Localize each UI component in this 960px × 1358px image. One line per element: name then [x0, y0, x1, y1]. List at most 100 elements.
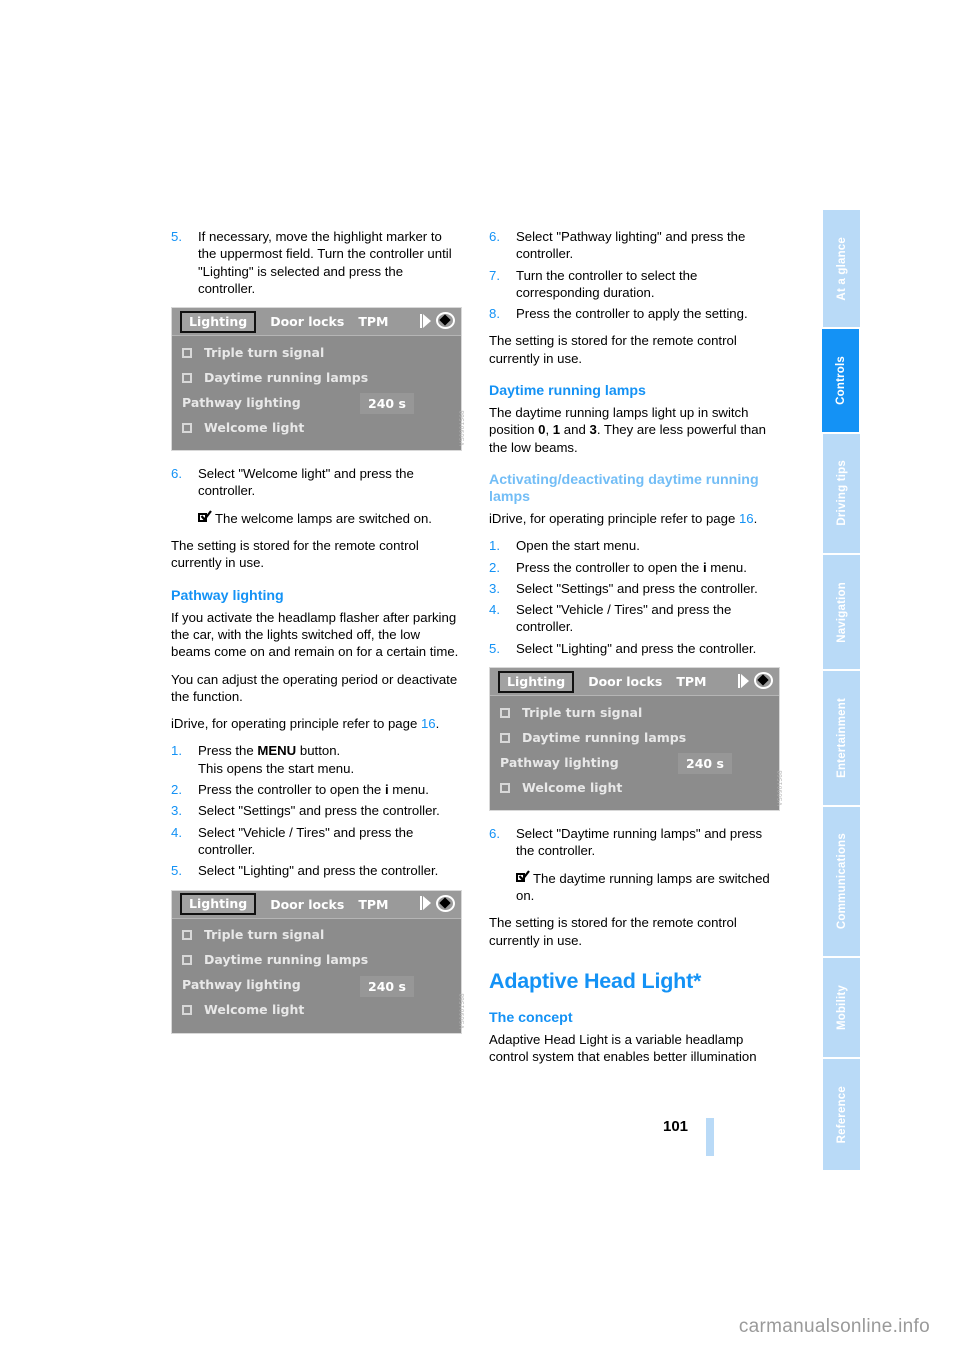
step-number: 6. [171, 466, 182, 482]
sidebar-item-entertainment[interactable]: Entertainment [823, 671, 860, 807]
idrive-tab-lighting-selected: Lighting [498, 670, 575, 693]
idrive-row-list: Triple turn signal Daytime running lamps… [172, 919, 461, 1033]
idrive-row-label: Welcome light [204, 1002, 305, 1018]
sidebar-item-label: Reference [835, 1085, 848, 1144]
sidebar-item-label: Driving tips [835, 460, 848, 527]
watermark-text: carmanualsonline.info [738, 1316, 930, 1337]
checkbox-icon [500, 707, 510, 718]
checked-box-icon [516, 869, 530, 884]
step-number: 5. [171, 229, 182, 244]
play-icon [738, 673, 751, 688]
idrive-row-label: Daytime running lamps [522, 729, 687, 745]
list-item: 4. Select "Vehicle / Tires" and press th… [171, 824, 462, 859]
figure-caption: VS0901568 [459, 992, 466, 1029]
sidebar-item-label: Entertainment [835, 697, 848, 778]
step-number: 6. [489, 826, 500, 842]
heading-adaptive-head-light: Adaptive Head Light* [489, 968, 702, 993]
pathway-paragraph-1: If you activate the headlamp flasher aft… [171, 609, 459, 660]
step-number: 4. [171, 824, 182, 840]
left-text-column: 5. If necessary, move the highlight mark… [171, 228, 466, 1048]
keyword-menu-button: MENU [257, 743, 297, 759]
idrive-tab-bar: Lighting Door locks TPM [490, 668, 779, 697]
idrive-tab-door-locks: Door locks [588, 674, 663, 690]
step-subline: This opens the start menu. [198, 760, 355, 776]
step-text: Turn the controller to select the corres… [516, 267, 698, 300]
sidebar-item-communications[interactable]: Communications [823, 806, 860, 959]
idrive-tab-lighting-selected: Lighting [180, 893, 257, 916]
idrive-ref-text: iDrive, for operating principle refer to… [489, 510, 739, 526]
list-item: 3. Select "Settings" and press the contr… [489, 580, 780, 597]
pathway-paragraph-2: You can adjust the operating period or d… [171, 671, 458, 704]
idrive-row-value: 240 s [360, 393, 414, 415]
sidebar-item-reference[interactable]: Reference [823, 1059, 860, 1170]
sidebar-item-label: Communications [835, 833, 848, 930]
idrive-nav-icons [420, 312, 455, 330]
idrive-row-label: Daytime running lamps [204, 370, 369, 386]
idrive-row-triple-turn-signal: Triple turn signal [490, 700, 779, 725]
idrive-row-triple-turn-signal: Triple turn signal [172, 923, 461, 948]
list-item: 6. Select "Pathway lighting" and press t… [489, 228, 780, 263]
step-number: 8. [489, 306, 500, 322]
right-step-list-procedure: 1. Open the start menu. 2. Press the con… [489, 537, 780, 657]
heading-daytime-running-lamps: Daytime running lamps [489, 383, 646, 400]
diamond-select-icon [436, 312, 455, 330]
play-icon [420, 313, 433, 328]
left-step-list-welcome: 6. Select "Welcome light" and press the … [171, 465, 462, 500]
idrive-row-label: Pathway lighting [182, 977, 301, 993]
check-mark-icon [518, 869, 530, 881]
drl-text-b: , [545, 422, 553, 438]
left-step-list-top: 5. If necessary, move the highlight mark… [171, 228, 462, 297]
figure-caption: VS0901568 [459, 410, 466, 447]
step-text: Press the controller to apply the settin… [516, 306, 748, 322]
idrive-row-daytime-running-lamps: Daytime running lamps [490, 725, 779, 750]
check-mark-icon [200, 510, 212, 522]
checked-box-icon [198, 510, 212, 524]
idrive-row-pathway-lighting: Pathway lighting 240 s [172, 973, 461, 998]
drl-text-c: and [560, 422, 590, 438]
step-text: Select "Pathway lighting" and press the … [516, 229, 746, 262]
chapter-tab-sidebar: At a glance Controls Driving tips Naviga… [822, 210, 860, 1170]
sidebar-item-controls[interactable]: Controls [822, 329, 859, 434]
idrive-ref-text: iDrive, for operating principle refer to… [171, 716, 421, 732]
checkbox-icon [182, 372, 192, 383]
sidebar-item-driving-tips[interactable]: Driving tips [823, 433, 860, 555]
idrive-row-welcome-light: Welcome light [490, 775, 779, 800]
list-item: 1. Press the MENU button. This opens the… [171, 742, 462, 777]
idrive-nav-icons [420, 894, 455, 912]
idrive-tab-door-locks: Door locks [270, 896, 345, 912]
concept-paragraph-1: Adaptive Head Light is a variable headla… [489, 1031, 757, 1065]
sidebar-item-navigation[interactable]: Navigation [823, 554, 860, 672]
step-text: Select "Settings" and press the controll… [516, 580, 758, 596]
page-reference-link[interactable]: 16 [739, 511, 754, 526]
figure-caption: VS0901568 [777, 770, 784, 807]
result-daytime-running-lamps: The daytime running lamps are switched o… [489, 869, 780, 905]
diamond-select-icon [436, 894, 455, 912]
step-number: 5. [171, 863, 182, 879]
drl-paragraph-1: The daytime running lamps light up in sw… [489, 404, 780, 456]
switch-position-3: 3 [589, 422, 597, 438]
sidebar-item-at-a-glance[interactable]: At a glance [823, 210, 860, 330]
page-reference-link[interactable]: 16 [421, 716, 436, 731]
left-step-list-procedure: 1. Press the MENU button. This opens the… [171, 742, 462, 879]
step-text: Open the start menu. [516, 538, 640, 554]
step-text-cont: button. [296, 743, 341, 759]
diamond-select-icon [754, 672, 773, 690]
step-number: 1. [171, 743, 182, 759]
sidebar-item-label: Mobility [835, 985, 848, 1031]
step-number: 5. [489, 640, 500, 656]
list-item: 6. Select "Daytime running lamps" and pr… [489, 825, 780, 860]
result-text: The daytime running lamps are switched o… [516, 870, 770, 903]
idrive-tab-lighting-selected: Lighting [180, 310, 257, 333]
step-text: Press the controller to open the [516, 559, 703, 575]
step-text: Press the [198, 743, 258, 759]
step-text: Select "Settings" and press the controll… [198, 803, 440, 819]
stored-note-left: The setting is stored for the remote con… [171, 538, 419, 571]
stored-note-right-1: The setting is stored for the remote con… [489, 333, 737, 366]
idrive-row-label: Pathway lighting [182, 395, 301, 411]
page-edge-marker [706, 1118, 714, 1156]
step-number: 3. [489, 580, 500, 596]
idrive-screenshot-lighting-3: Lighting Door locks TPM Triple turn sign… [489, 667, 784, 812]
heading-activating-deactivating-drl: Activating/deactivating daytime running … [489, 471, 759, 505]
sidebar-item-mobility[interactable]: Mobility [823, 958, 860, 1059]
list-item: 5. Select "Lighting" and press the contr… [489, 640, 780, 657]
